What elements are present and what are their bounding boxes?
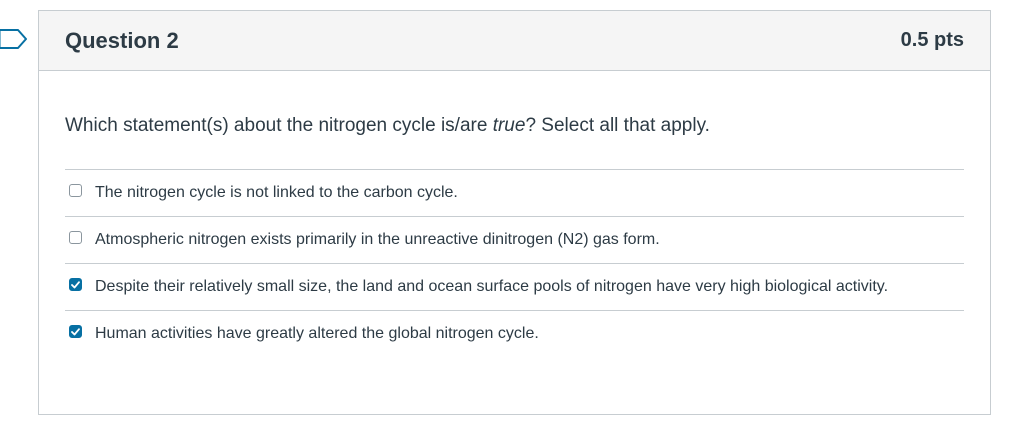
question-text-emphasis: true xyxy=(492,115,526,136)
answer-checkbox[interactable] xyxy=(69,325,82,338)
question-points: 0.5 pts xyxy=(900,29,964,51)
answer-label: Atmospheric nitrogen exists primarily in… xyxy=(95,231,660,248)
answer-label: Human activities have greatly altered th… xyxy=(95,325,539,342)
answer-option-4[interactable]: Human activities have greatly altered th… xyxy=(65,311,964,357)
question-title: Question 2 xyxy=(65,27,179,53)
answer-list: The nitrogen cycle is not linked to the … xyxy=(65,169,964,357)
question-text-after: ? Select all that apply. xyxy=(525,115,710,136)
answer-checkbox[interactable] xyxy=(69,278,82,291)
answer-checkbox[interactable] xyxy=(69,184,82,197)
question-text: Which statement(s) about the nitrogen cy… xyxy=(65,115,964,137)
answer-checkbox[interactable] xyxy=(69,231,82,244)
answer-option-1[interactable]: The nitrogen cycle is not linked to the … xyxy=(65,170,964,217)
checkmark-icon xyxy=(71,327,80,335)
answer-label: Despite their relatively small size, the… xyxy=(95,278,889,295)
question-card: Question 2 0.5 pts Which statement(s) ab… xyxy=(38,10,991,415)
answer-label: The nitrogen cycle is not linked to the … xyxy=(95,184,458,201)
answer-option-2[interactable]: Atmospheric nitrogen exists primarily in… xyxy=(65,217,964,264)
question-text-before: Which statement(s) about the nitrogen cy… xyxy=(65,115,493,136)
question-body: Which statement(s) about the nitrogen cy… xyxy=(39,71,990,357)
flag-question-icon[interactable] xyxy=(0,28,28,50)
question-header: Question 2 0.5 pts xyxy=(39,11,990,71)
answer-option-3[interactable]: Despite their relatively small size, the… xyxy=(65,264,964,311)
checkmark-icon xyxy=(71,280,80,288)
